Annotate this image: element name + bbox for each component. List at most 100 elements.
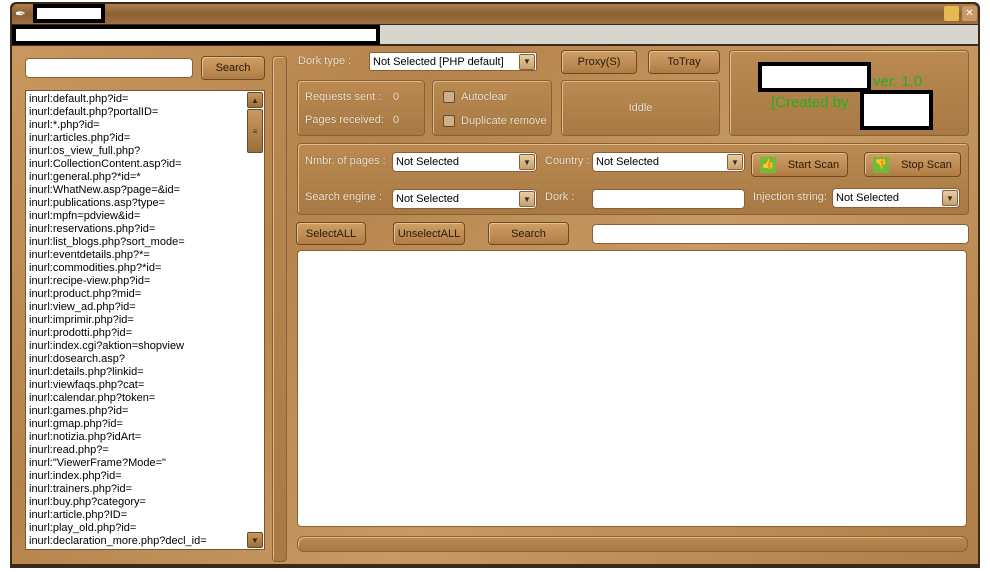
dork-list-item[interactable]: inurl:index.cgi?aktion=shopview [26,340,264,353]
stats-panel [297,80,425,136]
requests-label: Requests sent : [305,91,382,103]
pages-label: Pages received: [305,114,384,126]
results-search-button[interactable]: Search [488,222,569,245]
country-value: Not Selected [596,156,659,168]
dork-search-input[interactable] [25,58,193,78]
dork-list-item[interactable]: inurl:reservations.php?id= [26,223,264,236]
stop-scan-label: Stop Scan [901,158,952,171]
redacted-name [758,62,871,92]
thumbs-up-icon: 👍 [759,156,776,173]
version-text: ver. 1.0 [873,73,923,90]
redacted-banner [12,25,380,45]
search-engine-label: Search engine : [305,191,383,203]
dork-list-item[interactable]: inurl:list_blogs.php?sort_mode= [26,236,264,249]
scroll-thumb[interactable]: ≡ [247,109,263,153]
list-scrollbar[interactable]: ▲ ≡ ▼ [247,92,263,548]
country-select[interactable]: Not Selected ▼ [592,152,745,172]
close-icon[interactable]: ✕ [962,6,977,21]
thumbs-down-icon: 👎 [873,156,890,173]
dork-list-item[interactable]: inurl:*.php?id= [26,119,264,132]
dork-list-item[interactable]: inurl:general.php?*id=* [26,171,264,184]
dork-list-item[interactable]: inurl:publications.asp?type= [26,197,264,210]
pages-count-label: Nmbr. of pages : [305,155,386,167]
dork-list-item[interactable]: inurl:os_view_full.php? [26,145,264,158]
dork-list-item[interactable]: inurl:details.php?linkid= [26,366,264,379]
feather-icon: ✒ [15,6,26,21]
dork-list-item[interactable]: inurl:trainers.php?id= [26,483,264,496]
dork-list-item[interactable]: inurl:viewfaqs.php?cat= [26,379,264,392]
redacted-author [860,90,933,130]
checkbox-icon[interactable] [443,91,455,104]
dork-list-item[interactable]: inurl:article.php?ID= [26,509,264,522]
created-by-text: [Created by [771,94,849,111]
checkbox-icon[interactable] [443,115,455,128]
start-scan-label: Start Scan [787,158,840,171]
dork-list-item[interactable]: inurl:CollectionContent.asp?id= [26,158,264,171]
dork-type-label: Dork type : [298,55,352,67]
start-scan-button[interactable]: 👍 Start Scan [751,152,848,177]
unselect-all-button[interactable]: UnselectALL [393,222,465,245]
dork-list-item[interactable]: inurl:"ViewerFrame?Mode=" [26,457,264,470]
dork-list-item[interactable]: inurl:index.php?id= [26,470,264,483]
dork-list-item[interactable]: inurl:gmap.php?id= [26,418,264,431]
injection-string-select[interactable]: Not Selected ▼ [832,188,960,208]
dork-type-select[interactable]: Not Selected [PHP default] ▼ [369,52,537,71]
pages-value: 0 [393,114,400,126]
scroll-up-icon[interactable]: ▲ [247,92,263,108]
dork-list-item[interactable]: inurl:WhatNew.asp?page=&id= [26,184,264,197]
dork-input[interactable] [592,189,745,209]
dork-list-item[interactable]: inurl:mpfn=pdview&id= [26,210,264,223]
dork-list-item[interactable]: inurl:dosearch.asp? [26,353,264,366]
pages-count-value: Not Selected [396,156,459,168]
dork-label: Dork : [545,191,575,203]
chevron-down-icon[interactable]: ▼ [519,53,535,70]
dork-list-item[interactable]: inurl:eventdetails.php?*= [26,249,264,262]
pages-count-select[interactable]: Not Selected ▼ [392,152,537,172]
chevron-down-icon[interactable]: ▼ [519,154,535,170]
stop-scan-button[interactable]: 👎 Stop Scan [864,152,961,177]
progress-bar [297,536,968,552]
injection-string-value: Not Selected [836,192,899,204]
chevron-down-icon[interactable]: ▼ [727,154,743,170]
dork-list-item[interactable]: inurl:buy.php?category= [26,496,264,509]
dork-list-item[interactable]: inurl:view_ad.php?id= [26,301,264,314]
dork-list-item[interactable]: inurl:declaration_more.php?decl_id= [26,535,264,548]
dork-list-item[interactable]: inurl:games.php?id= [26,405,264,418]
requests-value: 0 [393,91,400,103]
results-filter-input[interactable] [592,224,969,244]
autoclear-label: Autoclear [461,91,508,103]
redacted-title [33,4,105,23]
options-check-panel [432,80,552,136]
dork-list-item[interactable]: inurl:imprimir.php?id= [26,314,264,327]
dork-list-item[interactable]: inurl:product.php?mid= [26,288,264,301]
injection-string-label: Injection string: [753,191,827,203]
chevron-down-icon[interactable]: ▼ [942,190,958,206]
autoclear-checkbox[interactable]: Autoclear [443,91,508,104]
dork-list-item[interactable]: inurl:prodotti.php?id= [26,327,264,340]
dork-search-button[interactable]: Search [201,56,265,80]
search-engine-value: Not Selected [396,193,459,205]
status-panel: Iddle [561,80,720,136]
dork-list-item[interactable]: inurl:calendar.php?token= [26,392,264,405]
scroll-down-icon[interactable]: ▼ [247,532,263,548]
title-bar[interactable] [12,4,978,24]
dork-type-value: Not Selected [PHP default] [373,55,504,68]
dork-list[interactable]: inurl:default.php?id= inurl:default.php?p… [25,90,265,550]
dork-list-item[interactable]: inurl:commodities.php?*id= [26,262,264,275]
dork-list-item[interactable]: inurl:play_old.php?id= [26,522,264,535]
results-area[interactable] [297,250,967,527]
dork-list-item[interactable]: inurl:default.php?portalID= [26,106,264,119]
dork-list-item[interactable]: inurl:articles.php?id= [26,132,264,145]
chevron-down-icon[interactable]: ▼ [519,191,535,207]
dork-list-item[interactable]: inurl:read.php?= [26,444,264,457]
search-engine-select[interactable]: Not Selected ▼ [392,189,537,209]
proxy-button[interactable]: Proxy(S) [561,50,637,74]
dork-list-item[interactable]: inurl:default.php?id= [26,93,264,106]
dork-list-item[interactable]: inurl:notizia.php?idArt= [26,431,264,444]
minimize-icon[interactable] [944,6,959,21]
duplicate-remove-checkbox[interactable]: Duplicate remove [443,115,547,128]
select-all-button[interactable]: SelectALL [296,222,366,245]
splitter[interactable] [272,56,287,562]
dork-list-item[interactable]: inurl:recipe-view.php?id= [26,275,264,288]
totray-button[interactable]: ToTray [648,50,720,74]
